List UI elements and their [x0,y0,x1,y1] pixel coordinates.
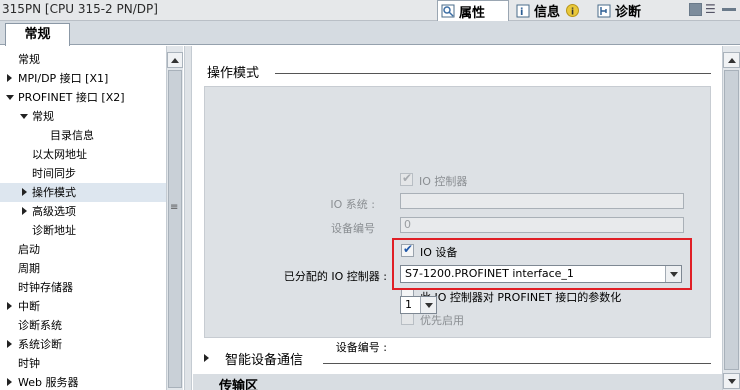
tree-item-clock[interactable]: 时钟 [0,354,166,373]
expand-arrow-icon[interactable] [7,340,12,348]
tab-info-label: 信息 [534,5,561,20]
collapse-arrow-icon[interactable] [20,114,28,119]
tab-properties[interactable]: 属性 [437,0,509,21]
pane-splitter[interactable] [184,46,192,390]
tree-scrollbar[interactable] [166,46,183,390]
restore-panel-icon[interactable] [689,3,702,16]
chevron-down-icon [424,303,433,308]
tree-item-operation-mode[interactable]: 操作模式 [0,183,166,202]
tree-item-web-server[interactable]: Web 服务器 [0,373,166,390]
svg-text:i: i [520,7,523,18]
tree-item-profinet-general[interactable]: 常规 [0,107,166,126]
menu-lines-icon[interactable]: ☰ [705,2,716,16]
scroll-down-button[interactable] [723,373,740,389]
device-number-top-field[interactable]: 0 [400,217,684,233]
section-title-operation-mode: 操作模式 [207,66,260,81]
collapse-arrow-icon[interactable] [6,95,14,100]
tab-diagnostics-label: 诊断 [615,5,642,20]
tree-item-catalog-info[interactable]: 目录信息 [0,126,166,145]
main-content: 操作模式 IO 控制器 IO 系统 : 设备编号 0 IO 设备 已分配的 IO… [193,46,722,390]
expand-arrow-icon[interactable] [22,207,27,215]
info-icon: i [516,4,530,18]
tree-item-mpi-dp[interactable]: MPI/DP 接口 [X1] [0,69,166,88]
highlight-box [392,238,692,290]
tree-item-advanced-options[interactable]: 高级选项 [0,202,166,221]
tree-item-general[interactable]: 常规 [0,50,166,69]
tree-item-time-sync[interactable]: 时间同步 [0,164,166,183]
arrow-down-icon [727,379,736,384]
io-controller-checkbox[interactable] [400,171,413,186]
tree-item-diag-address[interactable]: 诊断地址 [0,221,166,240]
navigation-tree: 常规 MPI/DP 接口 [X1] PROFINET 接口 [X2] 常规 目录… [0,46,166,390]
param-option-label: 此 IO 控制器对 PROFINET 接口的参数化 [420,291,622,304]
expand-arrow-icon[interactable] [7,302,12,310]
tree-item-system-diag[interactable]: 系统诊断 [0,335,166,354]
dropdown-button[interactable] [420,297,436,313]
tree-item-clock-memory[interactable]: 时钟存储器 [0,278,166,297]
expand-arrow-icon[interactable] [7,378,12,386]
expand-arrow-icon[interactable] [204,354,209,362]
scroll-thumb[interactable] [168,70,182,388]
tree-item-cycle[interactable]: 周期 [0,259,166,278]
expand-arrow-icon[interactable] [22,188,27,196]
minimize-icon[interactable] [722,8,736,11]
arrow-up-icon [727,58,736,63]
tree-item-interrupts[interactable]: 中断 [0,297,166,316]
section-transfer-area[interactable]: 传输区 [193,374,722,390]
scroll-up-button[interactable] [723,52,740,68]
tree-item-startup[interactable]: 启动 [0,240,166,259]
device-number-top-label: 设备编号 [331,222,375,235]
subtab-bar: 常规 [0,21,740,46]
tree-item-ethernet-address[interactable]: 以太网地址 [0,145,166,164]
section-divider [323,363,711,364]
assigned-controller-label: 已分配的 IO 控制器 : [283,270,387,283]
scroll-up-button[interactable] [167,52,183,68]
title-bar: 315PN [CPU 315-2 PN/DP] 属性 i 信息 i 诊断 ☰ [0,0,740,21]
diagnostics-icon [597,4,611,17]
properties-icon [441,4,455,18]
io-system-label: IO 系统 : [330,198,375,211]
window-title: 315PN [CPU 315-2 PN/DP] [2,2,158,16]
section-divider [275,73,711,74]
tree-item-profinet[interactable]: PROFINET 接口 [X2] [0,88,166,107]
main-scrollbar[interactable] [722,46,740,390]
arrow-up-icon [171,58,179,63]
io-system-field[interactable] [400,193,684,209]
device-number-value: 1 [405,298,412,311]
tab-properties-label: 属性 [459,5,486,21]
tab-general[interactable]: 常规 [5,23,70,46]
io-controller-label: IO 控制器 [419,175,468,188]
operation-mode-panel: IO 控制器 IO 系统 : 设备编号 0 IO 设备 已分配的 IO 控制器 … [204,86,711,354]
scroll-thumb[interactable] [724,70,739,370]
info-badge-icon: i [566,4,580,18]
tree-item-diag-system[interactable]: 诊断系统 [0,316,166,335]
grip-icon: ≡ [170,202,178,213]
expand-arrow-icon[interactable] [7,74,12,82]
tab-diagnostics[interactable]: 诊断 [593,0,669,21]
svg-text:i: i [571,8,574,18]
device-number-dropdown[interactable]: 1 [400,296,437,314]
priority-option-label: 优先启用 [420,314,464,327]
tab-info[interactable]: i 信息 i [512,0,590,21]
